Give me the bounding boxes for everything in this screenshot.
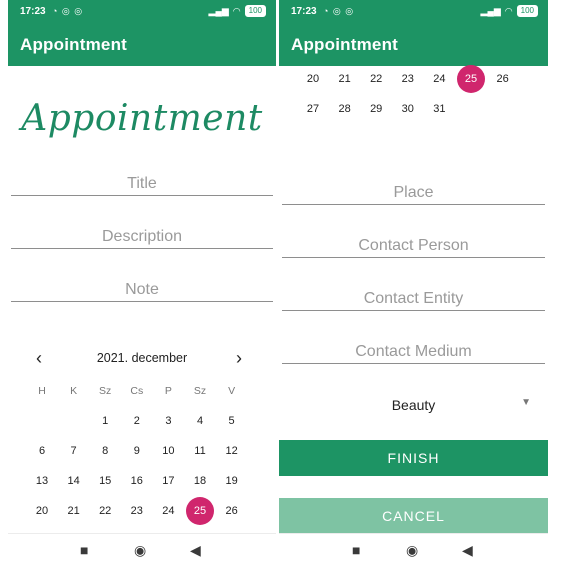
contact-medium-field-placeholder: Contact Medium xyxy=(355,343,472,360)
left-phone-screen: 17:23 ◔ ◎ ◎ ▂▄▆ ◠ 100 Appointment Appoin… xyxy=(8,0,276,566)
calendar-day[interactable]: 4 xyxy=(185,408,215,434)
app-bar: Appointment xyxy=(8,24,276,66)
title-field[interactable]: Title xyxy=(11,167,273,196)
right-phone-screen: 17:23 ◔ ◎ ◎ ▂▄▆ ◠ 100 Appointment 20 21 22… xyxy=(279,0,548,566)
status-time: 17:23 xyxy=(291,6,317,17)
calendar-day[interactable]: 20 xyxy=(298,66,328,92)
status-right-icons: ▂▄▆ ◠ 100 xyxy=(209,5,266,17)
notification-icons: ◔ ◎ ◎ xyxy=(52,6,84,16)
weekday-label: Sz xyxy=(99,385,112,397)
wifi-icon: ◠ xyxy=(232,5,241,16)
calendar-day[interactable]: 2 xyxy=(122,408,152,434)
weekday-label: K xyxy=(70,385,78,397)
caret-down-icon: ▼ xyxy=(521,397,531,408)
square-icon[interactable]: ■ xyxy=(80,542,88,558)
category-select-value: Beauty xyxy=(391,397,436,413)
calendar-day[interactable]: 13 xyxy=(27,468,57,494)
calendar-day[interactable]: 5 xyxy=(217,408,247,434)
weekday-label: H xyxy=(38,385,46,397)
calendar-day[interactable]: 22 xyxy=(361,66,391,92)
contact-person-field[interactable]: Contact Person xyxy=(282,229,545,258)
calendar-day[interactable]: 7 xyxy=(59,438,89,464)
calendar-day[interactable]: 19 xyxy=(217,468,247,494)
calendar-day[interactable]: 22 xyxy=(90,498,120,524)
description-field[interactable]: Description xyxy=(11,220,273,249)
calendar-day[interactable]: 17 xyxy=(153,468,183,494)
calendar-day[interactable]: 6 xyxy=(27,438,57,464)
status-right-icons: ▂▄▆ ◠ 100 xyxy=(481,5,538,17)
calendar-day[interactable]: 29 xyxy=(361,96,391,122)
app-bar-title: Appointment xyxy=(20,35,128,54)
calendar-day[interactable]: 18 xyxy=(185,468,215,494)
battery-icon: 100 xyxy=(516,5,538,17)
calendar-day[interactable]: 14 xyxy=(59,468,89,494)
calendar-day[interactable]: 30 xyxy=(393,96,423,122)
system-nav-bar: ■ ◉ ◀ xyxy=(279,533,548,566)
calendar-day[interactable]: 24 xyxy=(153,498,183,524)
calendar-day[interactable]: 23 xyxy=(393,66,423,92)
status-time: 17:23 xyxy=(20,6,46,17)
calendar-day[interactable]: 26 xyxy=(488,66,518,92)
calendar-day[interactable]: 12 xyxy=(217,438,247,464)
battery-icon: 100 xyxy=(244,5,266,17)
weekday-label: P xyxy=(164,385,172,397)
calendar-day[interactable]: 15 xyxy=(90,468,120,494)
system-nav-bar: ■ ◉ ◀ xyxy=(8,533,276,566)
circle-icon[interactable]: ◉ xyxy=(134,542,146,559)
signal-icon: ▂▄▆ xyxy=(480,5,501,16)
contact-entity-field[interactable]: Contact Entity xyxy=(282,282,545,311)
calendar-day[interactable]: 21 xyxy=(330,66,360,92)
calendar-day[interactable]: 27 xyxy=(298,96,328,122)
calendar-day[interactable]: 24 xyxy=(424,66,454,92)
calendar-day[interactable]: 3 xyxy=(153,408,183,434)
place-field[interactable]: Place xyxy=(282,176,545,205)
title-field-placeholder: Title xyxy=(127,175,157,192)
notification-icons: ◔ ◎ ◎ xyxy=(323,6,355,16)
calendar-day[interactable]: 26 xyxy=(217,498,247,524)
category-select[interactable]: Beauty ▼ xyxy=(282,392,545,420)
status-bar: 17:23 ◔ ◎ ◎ ▂▄▆ ◠ 100 xyxy=(8,0,276,24)
calendar-day[interactable]: 21 xyxy=(59,498,89,524)
finish-button[interactable]: FINISH xyxy=(279,440,548,476)
appointment-logo: Appointment xyxy=(21,98,263,139)
contact-person-field-placeholder: Contact Person xyxy=(358,237,469,254)
contact-medium-field[interactable]: Contact Medium xyxy=(282,335,545,364)
calendar-day[interactable]: 16 xyxy=(122,468,152,494)
calendar-header: ‹ 2021. december › xyxy=(8,347,276,371)
note-field-placeholder: Note xyxy=(125,281,159,298)
app-bar-title: Appointment xyxy=(291,35,399,54)
calendar-day[interactable]: 10 xyxy=(153,438,183,464)
calendar-day[interactable]: 11 xyxy=(185,438,215,464)
signal-icon: ▂▄▆ xyxy=(208,5,229,16)
chevron-right-icon[interactable]: › xyxy=(236,347,242,369)
triangle-back-icon[interactable]: ◀ xyxy=(190,542,201,559)
description-field-placeholder: Description xyxy=(101,228,183,245)
calendar-day-selected[interactable]: 25 xyxy=(186,496,214,525)
calendar-day[interactable]: 28 xyxy=(330,96,360,122)
calendar-day[interactable]: 9 xyxy=(122,438,152,464)
app-bar: Appointment xyxy=(279,24,548,66)
calendar-day[interactable]: 8 xyxy=(90,438,120,464)
cancel-button[interactable]: CANCEL xyxy=(279,498,548,534)
calendar-day[interactable]: 31 xyxy=(424,96,454,122)
weekday-label: Sz xyxy=(193,385,207,397)
calendar-day[interactable]: 23 xyxy=(122,498,152,524)
calendar-day[interactable]: 20 xyxy=(27,498,57,524)
weekday-label: Cs xyxy=(130,385,144,397)
calendar-day-selected[interactable]: 25 xyxy=(457,65,485,93)
calendar-day[interactable]: 1 xyxy=(90,408,120,434)
note-field[interactable]: Note xyxy=(11,273,273,302)
square-icon[interactable]: ■ xyxy=(352,542,360,558)
contact-entity-field-placeholder: Contact Entity xyxy=(363,290,464,307)
weekday-label: V xyxy=(228,385,236,397)
place-field-placeholder: Place xyxy=(393,184,434,201)
wifi-icon: ◠ xyxy=(504,5,513,16)
triangle-back-icon[interactable]: ◀ xyxy=(462,542,473,559)
status-bar: 17:23 ◔ ◎ ◎ ▂▄▆ ◠ 100 xyxy=(279,0,548,24)
circle-icon[interactable]: ◉ xyxy=(406,542,418,559)
